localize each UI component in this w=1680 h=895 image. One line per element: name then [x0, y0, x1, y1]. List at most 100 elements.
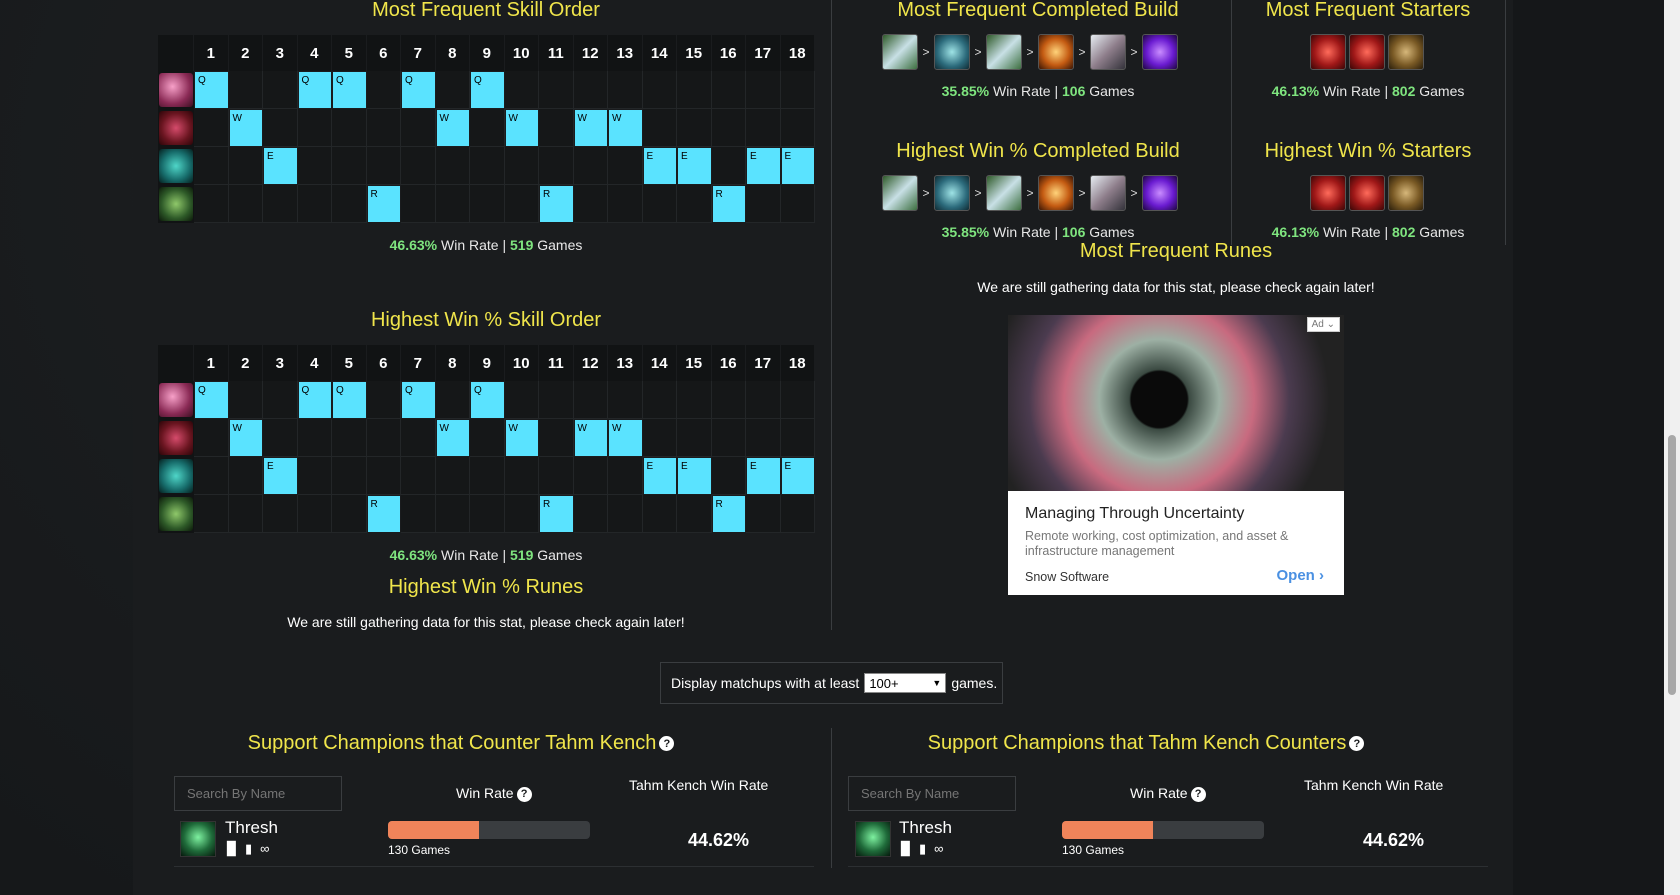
skill-point-cell: W — [573, 109, 608, 147]
champion-avatar[interactable] — [855, 821, 891, 857]
comment-icon[interactable]: ▮ — [919, 841, 926, 857]
skill-point-cell: Q — [297, 71, 332, 109]
skill-key: W — [439, 423, 449, 434]
empty-cell — [746, 495, 781, 533]
boots-icon[interactable] — [882, 34, 918, 70]
empty-cell — [608, 147, 643, 185]
empty-cell — [470, 109, 505, 147]
counters-left-tk-winrate-header[interactable]: Tahm Kench Win Rate — [629, 777, 768, 793]
boots-icon[interactable] — [882, 175, 918, 211]
stats-icon[interactable]: ▉ — [901, 841, 911, 857]
ad-open-button[interactable]: Open › — [1276, 567, 1324, 584]
counters-right-winrate-header[interactable]: Win Rate? — [1130, 785, 1206, 802]
empty-cell — [470, 419, 505, 457]
potion-icon[interactable] — [1349, 34, 1385, 70]
level-header: 14 — [642, 35, 677, 71]
level-header: 11 — [539, 345, 574, 381]
empty-cell — [539, 71, 574, 109]
ability-r-icon-image — [159, 187, 193, 221]
empty-cell — [504, 71, 539, 109]
skill-order-frequent-title: Most Frequent Skill Order — [372, 0, 600, 21]
help-icon[interactable]: ? — [1190, 786, 1206, 802]
sword-icon[interactable] — [1090, 175, 1126, 211]
skill-point-cell: R — [366, 185, 401, 223]
ability-q-icon-image — [159, 73, 193, 107]
starters-frequent-stats: 46.13% Win Rate | 802 Games — [1271, 83, 1465, 99]
winrate-bar — [388, 821, 590, 839]
empty-cell — [608, 495, 643, 533]
warden-icon[interactable] — [934, 34, 970, 70]
advertisement[interactable]: Ad ⌄ Managing Through Uncertainty Remote… — [1008, 315, 1344, 595]
ad-badge[interactable]: Ad ⌄ — [1306, 317, 1340, 332]
empty-cell — [263, 109, 298, 147]
level-header: 13 — [608, 345, 643, 381]
counters-right-title: Support Champions that Tahm Kench Counte… — [906, 732, 1386, 755]
counters-left-winrate-header[interactable]: Win Rate? — [456, 785, 532, 802]
stats-icon[interactable]: ▉ — [227, 841, 237, 857]
arrow-icon: > — [922, 45, 930, 59]
skill-point-cell: Q — [332, 71, 367, 109]
page-scrollbar[interactable] — [1664, 0, 1680, 895]
skill-order-highest-stats: 46.63% Win Rate | 519 Games — [389, 547, 583, 563]
champion-name[interactable]: Thresh — [899, 818, 952, 838]
locket-icon[interactable] — [1038, 34, 1074, 70]
games-count: 130 Games — [388, 843, 451, 857]
arrow-icon: > — [922, 186, 930, 200]
level-header: 18 — [780, 345, 815, 381]
relic-icon[interactable] — [1388, 34, 1424, 70]
skill-point-cell: Q — [401, 381, 436, 419]
skill-key: W — [232, 113, 242, 124]
empty-cell — [642, 495, 677, 533]
skill-key: Q — [405, 385, 413, 396]
skill-point-cell: W — [228, 419, 263, 457]
empty-cell — [297, 109, 332, 147]
help-icon[interactable]: ? — [1349, 736, 1365, 752]
help-icon[interactable]: ? — [659, 736, 675, 752]
skill-key: W — [577, 423, 587, 434]
boots-icon[interactable] — [986, 175, 1022, 211]
relic-icon[interactable] — [1388, 175, 1424, 211]
empty-cell — [194, 147, 229, 185]
ability-w-icon — [158, 419, 194, 457]
counters-right-tk-winrate-header[interactable]: Tahm Kench Win Rate — [1304, 777, 1443, 793]
help-icon[interactable]: ? — [516, 786, 532, 802]
link-icon[interactable]: ∞ — [260, 841, 269, 857]
skill-key: R — [543, 499, 551, 510]
empty-cell — [470, 495, 505, 533]
empty-cell — [608, 381, 643, 419]
champion-avatar[interactable] — [180, 821, 216, 857]
link-icon[interactable]: ∞ — [934, 841, 943, 857]
skill-order-highest-grid: 1 2 3 4 5 6 7 8 9 10 11 12 13 14 15 16 17 18 Q Q Q Q Q W W W W W E E E… — [158, 345, 815, 533]
empty-cell — [228, 147, 263, 185]
potion-icon[interactable] — [1310, 34, 1346, 70]
ad-image[interactable] — [1008, 315, 1344, 491]
empty-cell — [297, 495, 332, 533]
ad-title[interactable]: Managing Through Uncertainty — [1025, 505, 1244, 523]
purple-shield-icon[interactable] — [1142, 34, 1178, 70]
potion-icon[interactable] — [1310, 175, 1346, 211]
champion-name[interactable]: Thresh — [225, 818, 278, 838]
empty-cell — [332, 419, 367, 457]
comment-icon[interactable]: ▮ — [245, 841, 252, 857]
counters-right-search-input[interactable] — [848, 776, 1016, 811]
runes-frequent-message: We are still gathering data for this sta… — [977, 279, 1375, 295]
purple-shield-icon[interactable] — [1142, 175, 1178, 211]
locket-icon[interactable] — [1038, 175, 1074, 211]
level-header: 17 — [746, 345, 781, 381]
level-header: 10 — [504, 345, 539, 381]
chevron-down-icon: ▼ — [932, 678, 942, 688]
empty-cell — [263, 185, 298, 223]
empty-cell — [539, 381, 574, 419]
potion-icon[interactable] — [1349, 175, 1385, 211]
warden-icon[interactable] — [934, 175, 970, 211]
level-header: 15 — [677, 345, 712, 381]
empty-cell — [677, 71, 712, 109]
counters-left-search-input[interactable] — [174, 776, 342, 811]
level-header: 13 — [608, 35, 643, 71]
min-games-select[interactable]: 100+ ▼ — [864, 673, 947, 693]
scrollbar-thumb[interactable] — [1668, 435, 1676, 695]
skill-point-cell: E — [677, 147, 712, 185]
sword-icon[interactable] — [1090, 34, 1126, 70]
boots-icon[interactable] — [986, 34, 1022, 70]
starters-frequent-title: Most Frequent Starters — [1265, 0, 1471, 21]
